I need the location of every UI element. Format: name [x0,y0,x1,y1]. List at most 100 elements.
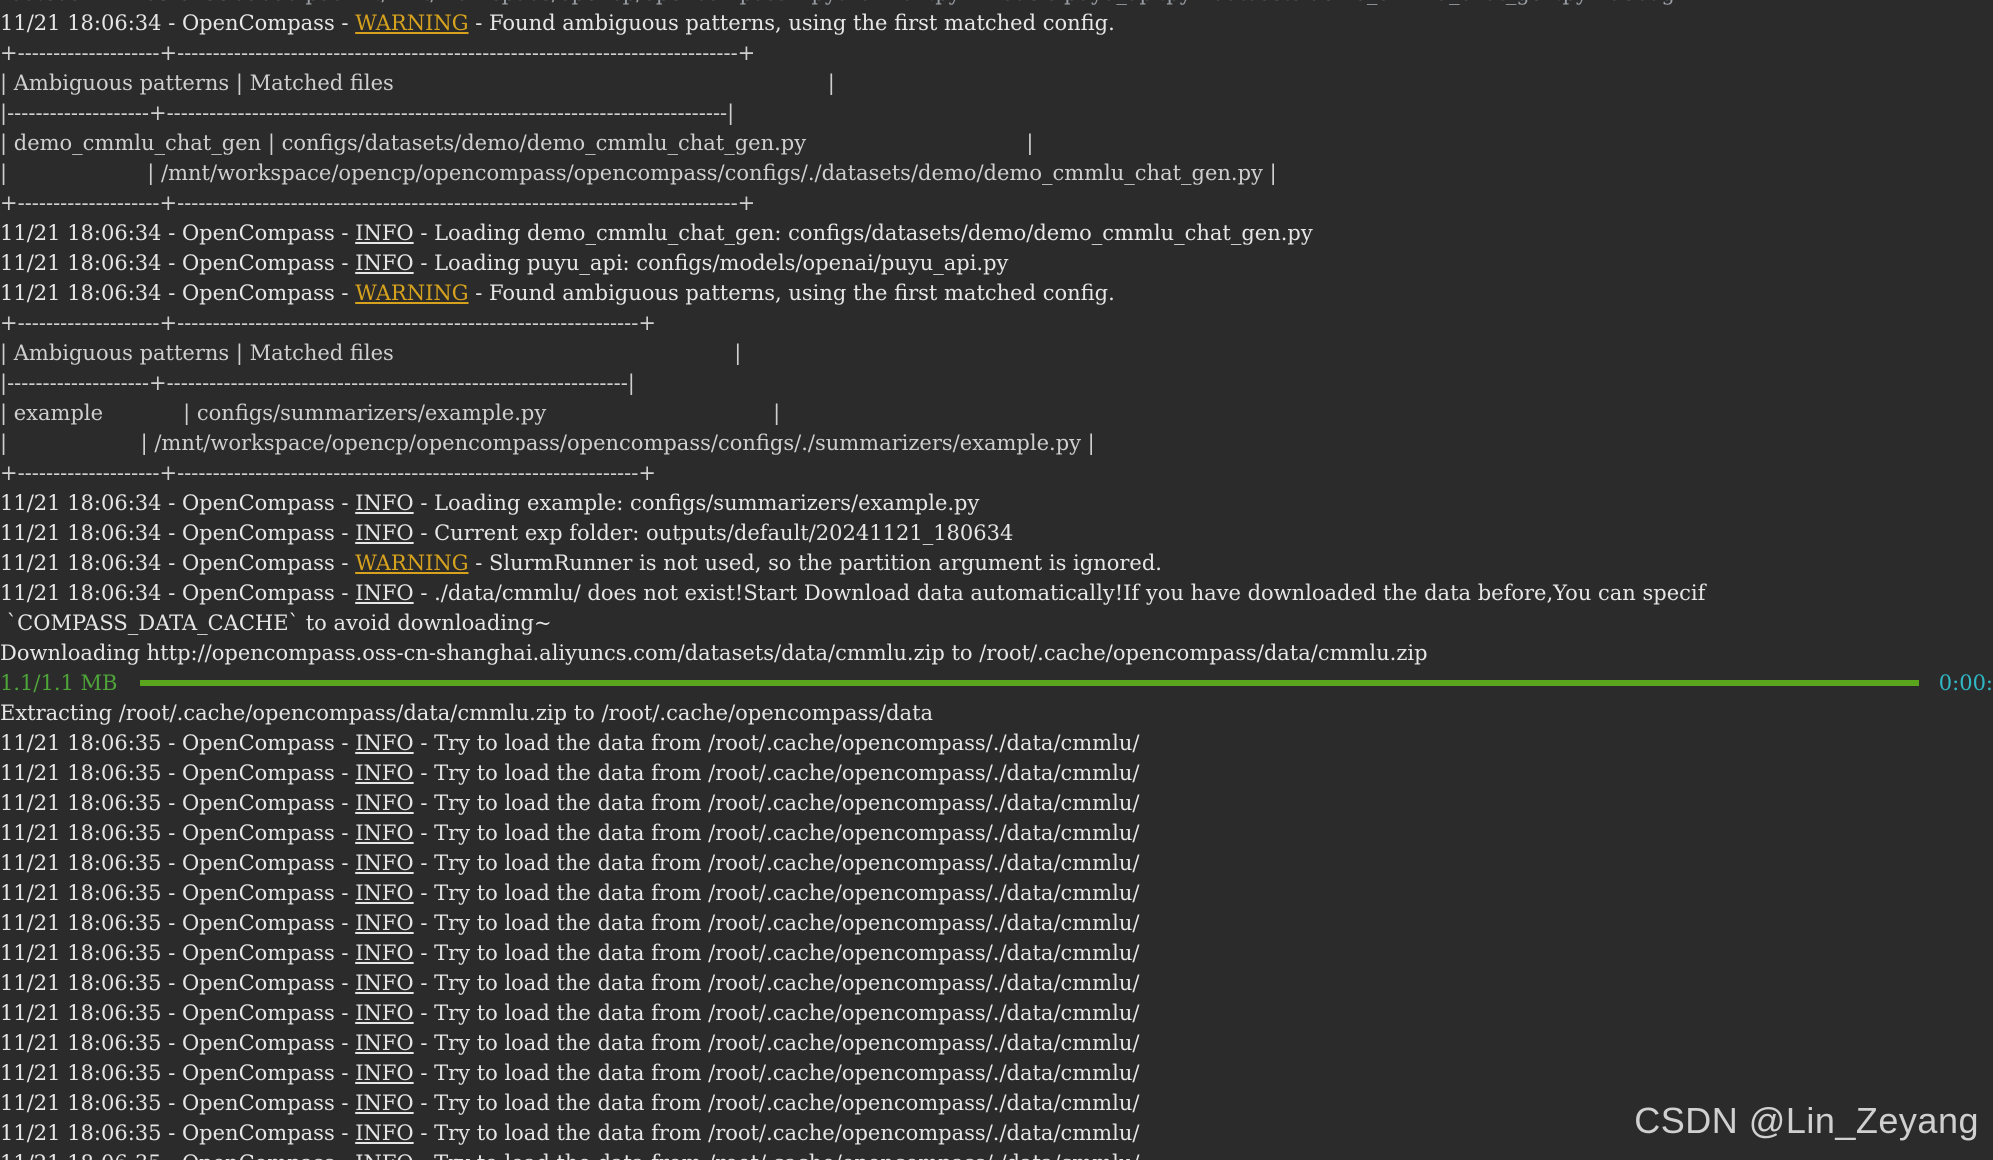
log-timestamp: 11/21 18:06:34 [0,11,162,35]
log-line: 11/21 18:06:34 - OpenCompass - INFO - Lo… [0,218,1993,248]
log-level: INFO [355,1121,414,1145]
log-level: INFO [355,761,414,785]
separator: - [413,1061,435,1085]
log-line: 11/21 18:06:35 - OpenCompass - INFO - Tr… [0,998,1993,1028]
table-row: +--------------------+------------------… [0,461,656,485]
log-source: OpenCompass [181,941,335,965]
command-line: rootedsw-v1203-0499b0b08-psbw7:/mnt/work… [0,0,1675,8]
log-level: WARNING [355,11,469,35]
log-timestamp: 11/21 18:06:34 [0,251,162,275]
log-line: 11/21 18:06:35 - OpenCompass - INFO - Tr… [0,1058,1993,1088]
log-level: INFO [355,821,414,845]
log-line: 11/21 18:06:35 - OpenCompass - INFO - Tr… [0,818,1993,848]
separator: - [413,881,435,905]
log-line: 11/21 18:06:34 - OpenCompass - INFO - Lo… [0,488,1993,518]
ambiguous-table-2: +--------------------+------------------… [0,308,1993,488]
log-message: Try to load the data from /root/.cache/o… [434,941,1140,965]
separator: - [334,941,356,965]
separator: - [161,1061,182,1085]
terminal-lines: rootedsw-v1203-0499b0b08-psbw7:/mnt/work… [0,0,1993,1160]
separator: - [334,731,356,755]
separator: - [468,11,489,35]
log-message: Try to load the data from /root/.cache/o… [434,761,1140,785]
log-level: INFO [355,1091,414,1115]
separator: - [413,911,435,935]
separator: - [413,491,435,515]
log-level: INFO [355,881,414,905]
log-line: 11/21 18:06:34 - OpenCompass - INFO - ./… [0,578,1993,608]
separator: - [334,491,356,515]
log-level: INFO [355,491,414,515]
table-row: |--------------------+------------------… [0,371,635,395]
log-message: ./data/cmmlu/ does not exist!Start Downl… [434,581,1706,605]
log-message: Try to load the data from /root/.cache/o… [434,1061,1140,1085]
log-level: INFO [355,581,414,605]
log-message: Try to load the data from /root/.cache/o… [434,1148,1139,1160]
progress-track [139,680,1919,686]
log-timestamp: 11/21 18:06:35 [0,1148,162,1160]
log-source: OpenCompass [181,851,335,875]
separator: - [161,1001,182,1025]
log-line: 11/21 18:06:35 - OpenCompass - INFO - Tr… [0,728,1993,758]
separator: - [413,1121,435,1145]
log-source: OpenCompass [181,1031,335,1055]
log-level: INFO [355,731,414,755]
separator: - [413,971,435,995]
log-timestamp: 11/21 18:06:35 [0,941,162,965]
log-level: INFO [355,911,414,935]
log-level: INFO [355,521,414,545]
log-line: 11/21 18:06:34 - OpenCompass - WARNING -… [0,8,1993,38]
separator: - [161,761,182,785]
log-level: INFO [355,1031,414,1055]
log-level: INFO [355,1148,413,1160]
log-line: rootedsw-v1203-0499b0b08-psbw7:/mnt/work… [0,0,1993,8]
log-timestamp: 11/21 18:06:35 [0,1001,162,1025]
separator: - [413,521,435,545]
log-level: WARNING [355,281,469,305]
log-source: OpenCompass [181,551,335,575]
log-line: 11/21 18:06:35 - OpenCompass - INFO - Tr… [0,908,1993,938]
log-level: INFO [355,1061,414,1085]
log-line: 11/21 18:06:35 - OpenCompass - INFO - Tr… [0,878,1993,908]
log-source: OpenCompass [181,881,335,905]
separator: - [334,761,356,785]
log-timestamp: 11/21 18:06:35 [0,731,162,755]
separator: - [161,731,182,755]
log-timestamp: 11/21 18:06:35 [0,911,162,935]
table-row: | example | configs/summarizers/example.… [0,401,781,425]
table-row: | | /mnt/workspace/opencp/opencompass/op… [0,431,1095,455]
separator: - [334,851,356,875]
log-source: OpenCompass [181,911,335,935]
separator: - [161,251,182,275]
separator: - [161,791,182,815]
separator: - [161,221,182,245]
separator: - [161,491,182,515]
log-line: 11/21 18:06:35 - OpenCompass - INFO - Tr… [0,1148,1993,1160]
separator: - [334,1001,356,1025]
log-source: OpenCompass [181,761,335,785]
separator: - [334,251,356,275]
log-timestamp: 11/21 18:06:34 [0,581,162,605]
log-source: OpenCompass [182,1148,335,1160]
output-line: Downloading http://opencompass.oss-cn-sh… [0,641,1428,665]
log-message: Try to load the data from /root/.cache/o… [434,1031,1140,1055]
log-source: OpenCompass [181,581,335,605]
table-row: +--------------------+------------------… [0,191,756,215]
separator: - [413,851,435,875]
separator: - [414,1148,434,1160]
log-source: OpenCompass [181,11,335,35]
table-row: | | /mnt/workspace/opencp/opencompass/op… [0,161,1277,185]
log-timestamp: 11/21 18:06:35 [0,1031,162,1055]
log-timestamp: 11/21 18:06:35 [0,1121,162,1145]
log-line: 11/21 18:06:35 - OpenCompass - INFO - Tr… [0,938,1993,968]
separator: - [334,911,356,935]
separator: - [334,551,356,575]
output-line: Extracting /root/.cache/opencompass/data… [0,701,934,725]
separator: - [161,881,182,905]
separator: - [161,851,182,875]
log-message: Try to load the data from /root/.cache/o… [434,851,1140,875]
log-level: INFO [355,971,414,995]
separator: - [334,1061,356,1085]
separator: - [161,551,182,575]
separator: - [161,941,182,965]
